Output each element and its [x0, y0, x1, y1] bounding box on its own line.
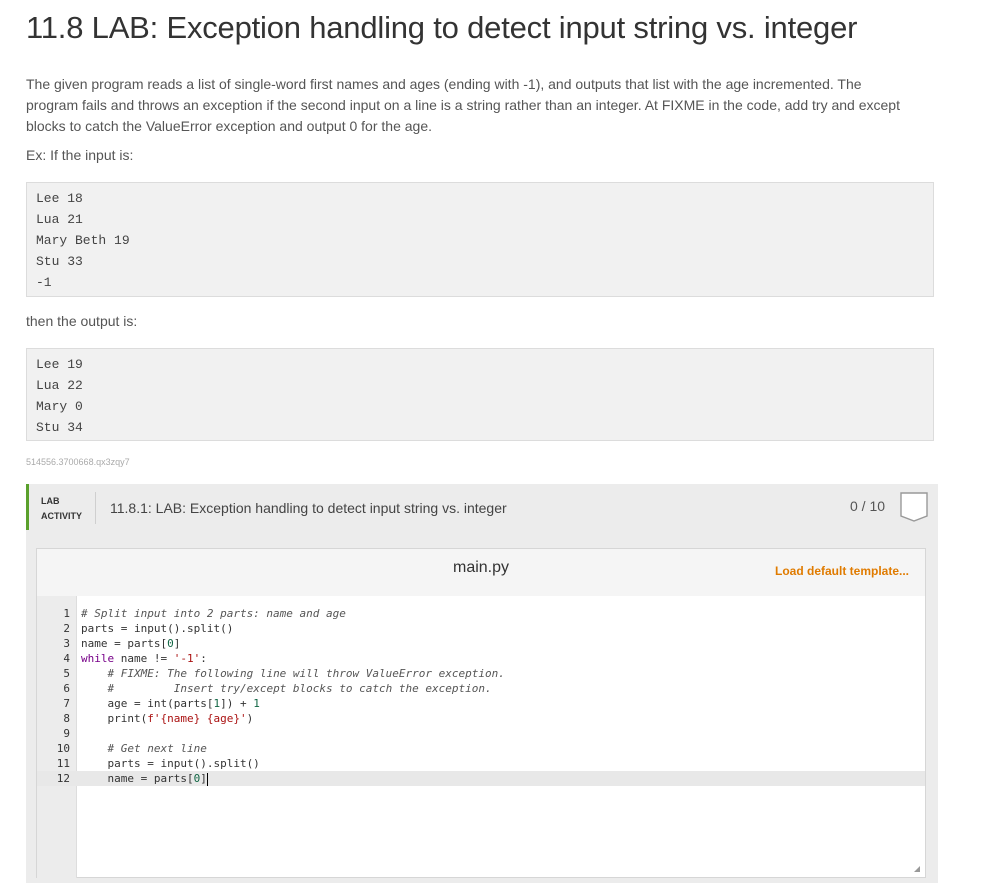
line-number: 6	[63, 682, 70, 695]
code-line[interactable]: 1 # Split input into 2 parts: name and ag…	[37, 606, 925, 621]
line-number: 5	[63, 667, 70, 680]
code-line[interactable]: 4 while name != '-1':	[37, 651, 925, 666]
lab-activity-tag: LAB ACTIVITY	[41, 494, 82, 524]
example-input-line: Mary Beth 19	[36, 233, 130, 248]
example-input-line: Lee 18	[36, 191, 83, 206]
code-line[interactable]: 7 age = int(parts[1]) + 1	[37, 696, 925, 711]
line-number: 10	[56, 742, 70, 755]
example-input-line: Lua 21	[36, 212, 83, 227]
line-number: 11	[56, 757, 70, 770]
score-badge-icon	[900, 492, 928, 522]
lab-title: 11.8.1: LAB: Exception handling to detec…	[110, 500, 507, 516]
example-output-line: Lua 22	[36, 378, 83, 393]
code-lines[interactable]: 1 # Split input into 2 parts: name and ag…	[37, 606, 925, 786]
lab-divider	[95, 492, 96, 524]
code-line[interactable]: 2 parts = input().split()	[37, 621, 925, 636]
example-input-line: Stu 33	[36, 254, 83, 269]
example-output-line: Mary 0	[36, 399, 83, 414]
code-line[interactable]: 10 # Get next line	[37, 741, 925, 756]
resize-handle-icon[interactable]	[914, 866, 920, 872]
line-number: 1	[63, 607, 70, 620]
code-line[interactable]: 8 print(f'{name} {age}')	[37, 711, 925, 726]
code-line[interactable]: 5 # FIXME: The following line will throw…	[37, 666, 925, 681]
example-output-box: Lee 19 Lua 22 Mary 0 Stu 34	[26, 348, 934, 441]
line-number: 3	[63, 637, 70, 650]
lab-tag-line1: LAB	[41, 496, 60, 506]
code-line[interactable]: 6 # Insert try/except blocks to catch th…	[37, 681, 925, 696]
line-number: 8	[63, 712, 70, 725]
code-line[interactable]: 3 name = parts[0]	[37, 636, 925, 651]
lab-score: 0 / 10	[850, 498, 886, 514]
text-cursor	[206, 772, 208, 786]
line-number: 7	[63, 697, 70, 710]
example-input-line: -1	[36, 275, 52, 290]
lab-accent-bar	[26, 484, 29, 530]
content-id: 514556.3700668.qx3zqy7	[26, 457, 130, 467]
editor-header: main.py Load default template...	[37, 549, 925, 596]
code-editor[interactable]: main.py Load default template... 1 # Spli…	[36, 548, 926, 878]
lab-tag-line2: ACTIVITY	[41, 511, 83, 521]
line-number: 4	[63, 652, 70, 665]
line-number: 9	[63, 727, 70, 740]
example-output-line: Lee 19	[36, 357, 83, 372]
load-default-template-button[interactable]: Load default template...	[775, 564, 909, 578]
code-line[interactable]: 11 parts = input().split()	[37, 756, 925, 771]
example-output-line: Stu 34	[36, 420, 83, 435]
line-number: 2	[63, 622, 70, 635]
example-input-box: Lee 18 Lua 21 Mary Beth 19 Stu 33 -1	[26, 182, 934, 297]
code-line-active[interactable]: 12 name = parts[0]	[37, 771, 925, 786]
code-line[interactable]: 9	[37, 726, 925, 741]
line-number: 12	[56, 772, 70, 785]
example-output-label: then the output is:	[26, 313, 138, 329]
example-input-label: Ex: If the input is:	[26, 147, 134, 163]
page-title: 11.8 LAB: Exception handling to detect i…	[26, 10, 858, 45]
lab-description: The given program reads a list of single…	[26, 76, 900, 134]
